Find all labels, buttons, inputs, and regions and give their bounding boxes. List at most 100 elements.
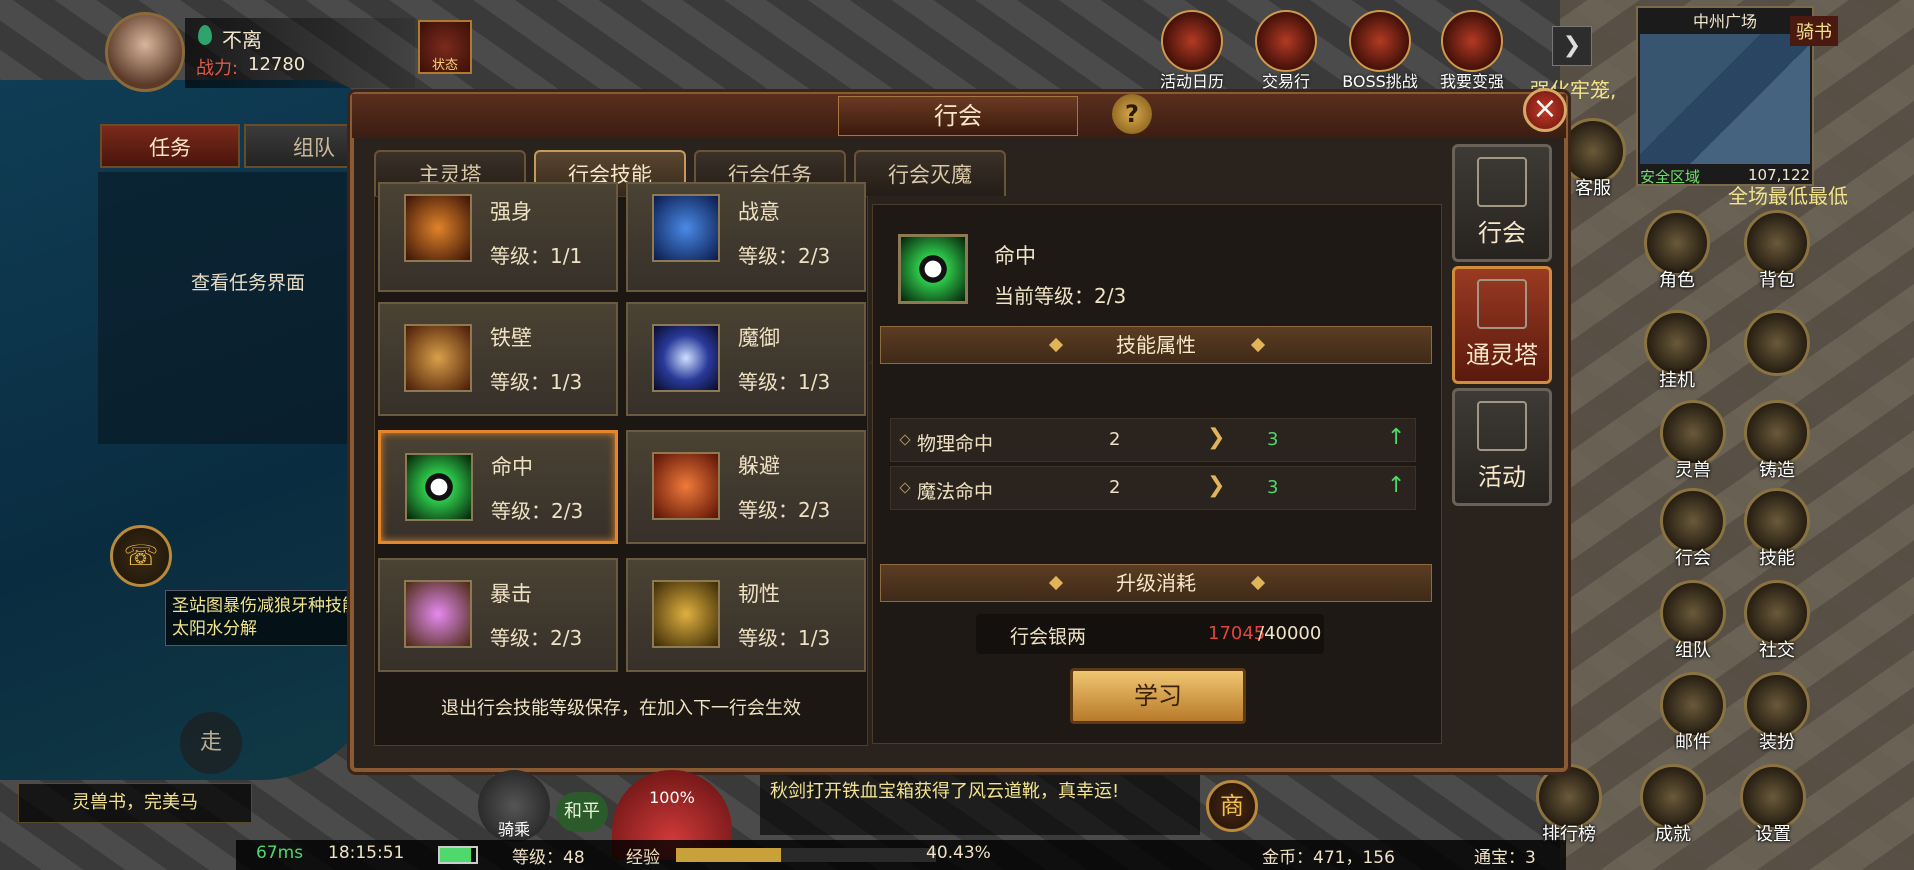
- skill-level: 等级：2/3: [491, 499, 584, 523]
- skill-card[interactable]: 强身等级：1/1: [378, 182, 618, 292]
- skill-level: 等级：1/3: [490, 370, 583, 394]
- team-button[interactable]: 组队: [1656, 580, 1730, 662]
- attribute-label: 魔法命中: [917, 481, 994, 503]
- get-stronger-button[interactable]: 我要变强: [1432, 10, 1512, 92]
- player-avatar[interactable]: [105, 12, 185, 92]
- collapse-menu-arrow-icon[interactable]: ❯: [1552, 26, 1592, 66]
- skill-card[interactable]: 韧性 等级：1/3: [626, 558, 866, 672]
- bottom-tip[interactable]: 灵兽书，完美马: [18, 783, 252, 823]
- quest-hint-text[interactable]: 圣站图暴伤减狼牙种技能太阳水分解: [165, 590, 375, 646]
- yin-yang-skill-icon: [405, 453, 473, 521]
- social-button[interactable]: 社交: [1740, 580, 1814, 662]
- side-tab-guild[interactable]: 行会: [1452, 144, 1552, 262]
- arrow-up-icon: ↑: [1387, 473, 1406, 498]
- battery-icon: [438, 846, 478, 864]
- learn-button[interactable]: 学习: [1070, 668, 1246, 724]
- skill-card-selected[interactable]: 命中等级：2/3: [378, 430, 618, 544]
- power-label: 战力:: [196, 58, 239, 79]
- achievement-button[interactable]: 成就: [1636, 764, 1710, 846]
- minimap-image[interactable]: [1640, 34, 1810, 164]
- settings-button[interactable]: 设置: [1736, 764, 1810, 846]
- toughness-skill-icon: [652, 580, 720, 648]
- character-button[interactable]: 角色: [1640, 210, 1714, 292]
- shop-button[interactable]: 商: [1206, 780, 1258, 832]
- ranking-button[interactable]: 排行榜: [1532, 764, 1606, 846]
- pet-button[interactable]: 灵兽: [1656, 400, 1730, 482]
- attribute-current: 2: [1109, 477, 1121, 498]
- guild-banner-icon: [1477, 157, 1527, 207]
- trade-button[interactable]: 交易行: [1246, 10, 1326, 92]
- auto-battle-label: 挂机: [1659, 370, 1695, 391]
- ingot-counter: 通宝：3: [1474, 848, 1536, 868]
- side-tab-activity[interactable]: 活动: [1452, 388, 1552, 506]
- side-tab-label: 活动: [1478, 463, 1526, 491]
- bullet-icon: [899, 482, 911, 494]
- pet-label: 灵兽: [1675, 460, 1711, 481]
- close-icon[interactable]: ×: [1523, 88, 1567, 132]
- diamond-icon: [1250, 337, 1266, 353]
- diamond-icon: [1250, 575, 1266, 591]
- ticker-text-3: 骑书: [1790, 16, 1838, 46]
- skill-name: 命中: [491, 455, 533, 479]
- attribute-current: 2: [1109, 429, 1121, 450]
- bag-button[interactable]: 背包: [1740, 210, 1814, 292]
- mail-button[interactable]: 邮件: [1656, 672, 1730, 754]
- skill-level: 等级：2/3: [490, 626, 583, 650]
- voice-chat-icon[interactable]: ☏: [110, 525, 172, 587]
- skill-button[interactable]: 技能: [1740, 488, 1814, 570]
- arrow-up-icon: ↑: [1387, 425, 1406, 450]
- skill-name: 强身: [490, 200, 532, 224]
- skill-card[interactable]: 暴击 等级：2/3: [378, 558, 618, 672]
- costume-button[interactable]: 装扮: [1740, 672, 1814, 754]
- attribute-next: 3: [1267, 429, 1279, 450]
- guild-button[interactable]: 行会: [1656, 488, 1730, 570]
- side-tab-label: 通灵塔: [1466, 341, 1538, 369]
- activity-calendar-label: 活动日历: [1159, 72, 1224, 91]
- peace-mode-button[interactable]: 和平: [556, 792, 608, 832]
- side-tab-label: 行会: [1478, 219, 1526, 247]
- crossed-swords-button[interactable]: [1740, 310, 1814, 376]
- skill-level: 等级：1/3: [738, 370, 831, 394]
- activity-calendar-button[interactable]: 活动日历: [1152, 10, 1232, 92]
- player-level: 等级：48: [512, 848, 585, 868]
- boss-challenge-label: BOSS挑战: [1342, 72, 1418, 91]
- skill-level: 等级：1/3: [738, 626, 831, 650]
- diamond-icon: [1048, 575, 1064, 591]
- battery-fill: [440, 848, 471, 862]
- skill-card[interactable]: 魔御等级：1/3: [626, 302, 866, 416]
- status-buff-icon[interactable]: 状态: [418, 20, 472, 74]
- attribute-label: 物理命中: [917, 433, 994, 455]
- meditation-skill-icon: [652, 194, 720, 262]
- mount-button[interactable]: 骑乘: [478, 770, 550, 842]
- costume-label: 装扮: [1759, 732, 1795, 753]
- tab-guild-demon[interactable]: 行会灭魔: [854, 150, 1006, 196]
- diamond-icon: [1048, 337, 1064, 353]
- boss-challenge-button[interactable]: BOSS挑战: [1340, 10, 1420, 92]
- ticker-text-2: 全场最低最低: [1728, 184, 1848, 208]
- tab-quest[interactable]: 任务: [100, 124, 240, 168]
- skill-card[interactable]: 铁壁等级：1/3: [378, 302, 618, 416]
- side-tab-spirit-tower[interactable]: 通灵塔: [1452, 266, 1552, 384]
- walk-toggle-button[interactable]: 走: [180, 712, 242, 774]
- skill-name: 铁壁: [490, 326, 532, 350]
- system-message[interactable]: 秋剑打开铁血宝箱获得了风云道靴，真幸运!: [760, 775, 1200, 835]
- clock: 18:15:51: [328, 843, 405, 863]
- calendar-icon: [1161, 10, 1223, 72]
- section-title: 技能属性: [1116, 333, 1196, 357]
- skill-level: 等级：1/1: [490, 244, 583, 268]
- section-title: 升级消耗: [1116, 571, 1196, 595]
- pagoda-icon: [1477, 279, 1527, 329]
- trade-icon: [1255, 10, 1317, 72]
- skill-card[interactable]: 躲避 等级：2/3: [626, 430, 866, 544]
- skill-card[interactable]: 战意 等级：2/3: [626, 182, 866, 292]
- chevron-right-icon: ❯: [1207, 425, 1226, 450]
- skill-name: 战意: [738, 200, 780, 224]
- skill-level: 等级：2/3: [738, 498, 831, 522]
- auto-battle-button[interactable]: 挂机: [1640, 310, 1714, 392]
- help-icon[interactable]: ?: [1112, 94, 1152, 134]
- forge-button[interactable]: 铸造: [1740, 400, 1814, 482]
- character-label: 角色: [1659, 270, 1695, 291]
- bullet-icon: [899, 434, 911, 446]
- mail-label: 邮件: [1675, 732, 1711, 753]
- skill-name: 魔御: [738, 326, 780, 350]
